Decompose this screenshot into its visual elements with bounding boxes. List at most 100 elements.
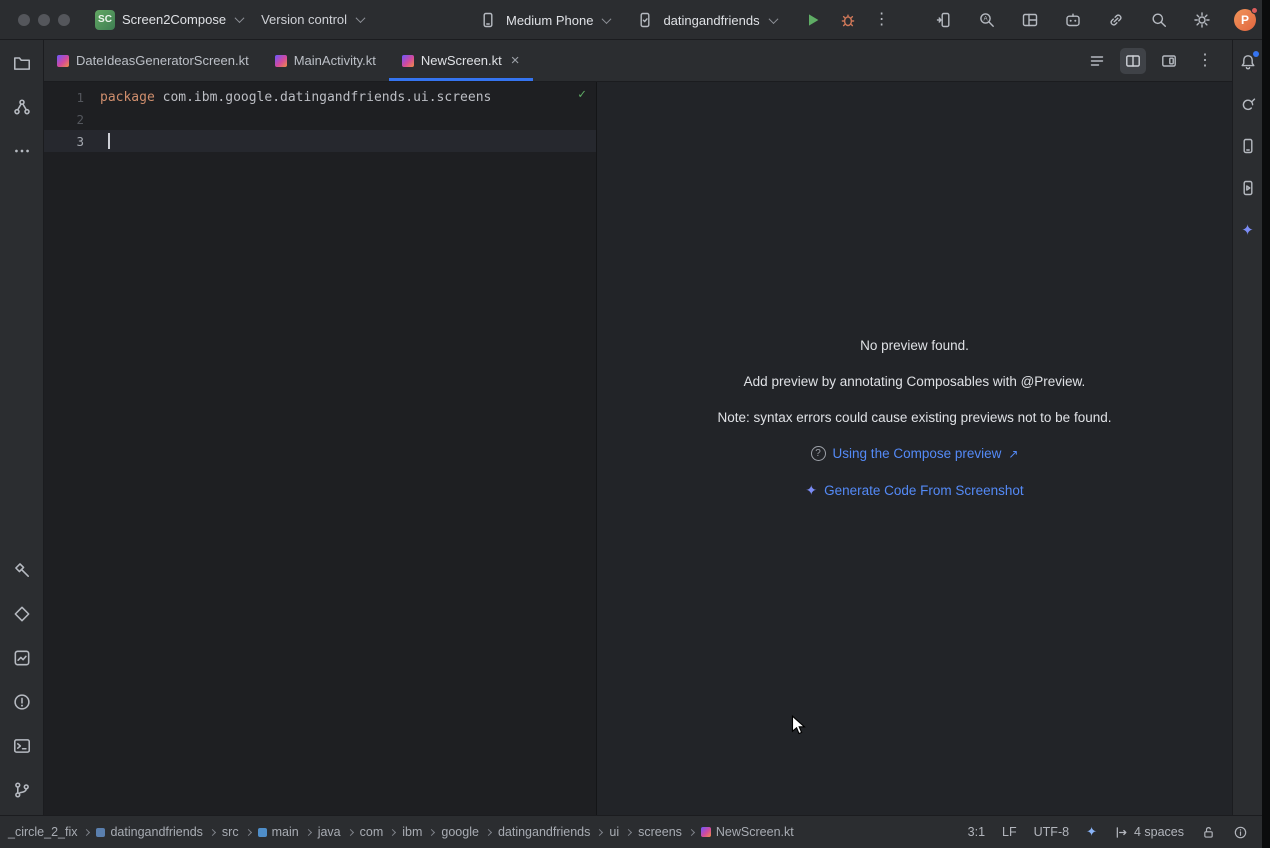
gemini-status-icon[interactable]: ✦ [1086, 824, 1097, 840]
more-tool-windows-icon[interactable] [11, 140, 33, 162]
project-folder-icon[interactable] [11, 52, 33, 74]
code-editor[interactable]: 1 package com.ibm.google.datingandfriend… [44, 82, 596, 815]
breadcrumb-item[interactable]: screens [638, 825, 682, 839]
terminal-icon[interactable] [11, 735, 33, 757]
breadcrumb-item[interactable]: datingandfriends [498, 825, 590, 839]
more-run-options-button[interactable]: ⋮ [871, 9, 893, 31]
help-question-icon: ? [811, 446, 826, 461]
compose-preview-docs-link[interactable]: Using the Compose preview [833, 446, 1002, 461]
layout-inspector-icon[interactable] [1019, 9, 1041, 31]
notification-badge [1253, 51, 1259, 57]
version-control-icon[interactable] [11, 779, 33, 801]
tab-dateideasgeneratorscreen[interactable]: DateIdeasGeneratorScreen.kt [44, 40, 262, 81]
device-selector-label: Medium Phone [506, 13, 593, 28]
breadcrumb-item[interactable]: main [258, 825, 299, 839]
chevron-right-icon [83, 829, 90, 836]
breadcrumb-item[interactable]: java [318, 825, 341, 839]
breadcrumb: _circle_2_fix datingandfriends src main … [8, 825, 794, 839]
window-minimize-button[interactable] [38, 14, 50, 26]
user-avatar[interactable]: P [1234, 9, 1256, 31]
breadcrumb-item[interactable]: src [222, 825, 239, 839]
generate-code-row: ✦ Generate Code From Screenshot [805, 482, 1023, 499]
chevron-down-icon [602, 14, 612, 24]
build-icon[interactable] [11, 559, 33, 581]
debug-button[interactable] [837, 9, 859, 31]
window-edge-strip [1262, 0, 1270, 848]
device-manager-icon[interactable] [1238, 136, 1258, 156]
compose-preview-docs-row: ? Using the Compose preview ↗ [811, 446, 1019, 461]
compose-preview-panel: No preview found. Add preview by annotat… [597, 82, 1232, 815]
editor-list-icon[interactable] [1084, 48, 1110, 74]
text-caret [108, 133, 110, 149]
file-encoding-widget[interactable]: UTF-8 [1034, 825, 1069, 839]
tab-label: NewScreen.kt [421, 53, 502, 68]
add-preview-hint: Add preview by annotating Composables wi… [744, 374, 1086, 389]
device-selector[interactable]: Medium Phone [468, 4, 619, 36]
file-lock-icon[interactable] [1201, 825, 1216, 840]
problems-icon[interactable] [11, 691, 33, 713]
resource-manager-icon[interactable] [11, 603, 33, 625]
version-control-label: Version control [261, 12, 347, 27]
breadcrumb-item[interactable]: google [441, 825, 479, 839]
app-quality-insights-icon[interactable] [11, 647, 33, 669]
right-tool-strip: ✦ [1232, 40, 1262, 815]
left-tool-strip [0, 40, 44, 815]
project-selector[interactable]: SC Screen2Compose [86, 5, 252, 35]
tab-mainactivity[interactable]: MainActivity.kt [262, 40, 389, 81]
version-control-menu[interactable]: Version control [252, 7, 373, 32]
indent-label: 4 spaces [1134, 825, 1184, 839]
chevron-right-icon [209, 829, 216, 836]
line-number[interactable]: 1 [44, 90, 100, 105]
kotlin-file-icon [57, 55, 69, 67]
package-path: com.ibm.google.datingandfriends.ui.scree… [155, 90, 492, 105]
code-line-3-caret-line: 3 [44, 130, 596, 152]
studio-bot-icon[interactable] [1062, 9, 1084, 31]
indent-widget[interactable]: 4 spaces [1114, 825, 1184, 840]
breadcrumb-item[interactable]: _circle_2_fix [8, 825, 77, 839]
kotlin-file-icon [701, 827, 711, 837]
line-separator-widget[interactable]: LF [1002, 825, 1017, 839]
search-icon[interactable] [1148, 9, 1170, 31]
gemini-tool-window-icon[interactable]: ✦ [1238, 220, 1258, 240]
breadcrumb-item[interactable]: NewScreen.kt [701, 825, 794, 839]
inspection-status-icon[interactable] [1233, 825, 1248, 840]
window-zoom-button[interactable] [58, 14, 70, 26]
chevron-right-icon [625, 829, 632, 836]
module-icon [96, 828, 105, 837]
structure-icon[interactable] [11, 96, 33, 118]
line-number[interactable]: 2 [44, 112, 100, 127]
code-line-1: 1 package com.ibm.google.datingandfriend… [44, 86, 596, 108]
device-mirroring-icon[interactable] [933, 9, 955, 31]
project-icon: SC [95, 10, 115, 30]
breadcrumb-item[interactable]: ibm [402, 825, 422, 839]
chevron-down-icon [768, 14, 778, 24]
run-button[interactable] [802, 9, 824, 31]
breadcrumb-item[interactable]: com [360, 825, 384, 839]
editor-options-kebab-icon[interactable]: ⋮ [1192, 48, 1218, 74]
run-configuration-selector[interactable]: datingandfriends [625, 4, 785, 36]
gradle-icon[interactable] [1238, 94, 1258, 114]
window-close-button[interactable] [18, 14, 30, 26]
svg-text:A: A [984, 16, 989, 23]
breadcrumb-item[interactable]: datingandfriends [96, 825, 202, 839]
title-bar: SC Screen2Compose Version control Medium… [0, 0, 1262, 40]
notifications-bell-icon[interactable] [1238, 52, 1258, 72]
split-editor-icon[interactable] [1120, 48, 1146, 74]
breadcrumb-item[interactable]: ui [609, 825, 619, 839]
project-name: Screen2Compose [122, 12, 226, 27]
ide-window: SC Screen2Compose Version control Medium… [0, 0, 1270, 848]
running-devices-icon[interactable] [1238, 178, 1258, 198]
preview-layout-icon[interactable] [1156, 48, 1182, 74]
status-bar: _circle_2_fix datingandfriends src main … [0, 815, 1262, 848]
caret-position-widget[interactable]: 3:1 [968, 825, 985, 839]
close-icon[interactable]: × [511, 55, 520, 67]
tab-newscreen[interactable]: NewScreen.kt × [389, 40, 533, 81]
avatar-initial: P [1241, 13, 1249, 27]
profiler-icon[interactable]: A [976, 9, 998, 31]
plugin-link-icon[interactable] [1105, 9, 1127, 31]
generate-code-from-screenshot-link[interactable]: Generate Code From Screenshot [824, 483, 1024, 498]
settings-gear-icon[interactable] [1191, 9, 1213, 31]
line-number[interactable]: 3 [44, 134, 100, 149]
inspection-check-icon[interactable]: ✓ [578, 87, 586, 102]
run-config-label: datingandfriends [663, 13, 759, 28]
